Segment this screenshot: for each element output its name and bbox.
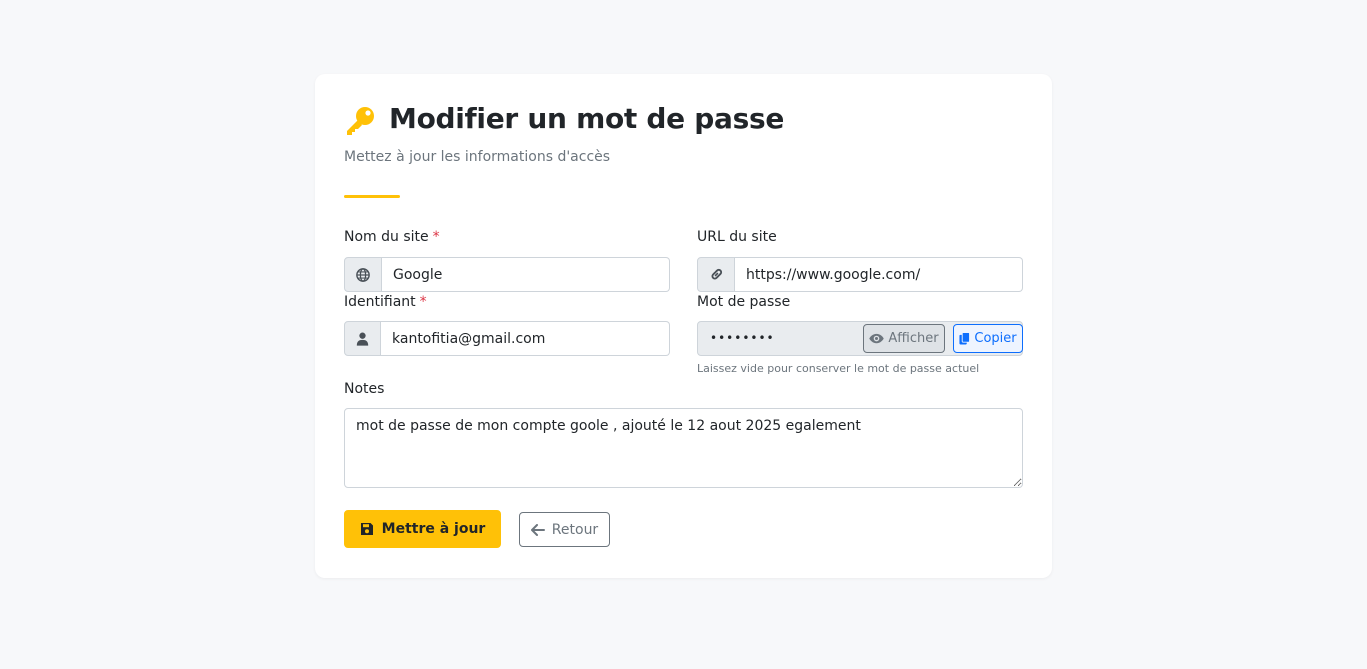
- site-name-group: [344, 257, 670, 292]
- site-name-input[interactable]: [382, 257, 670, 292]
- site-url-input[interactable]: [735, 257, 1023, 292]
- arrow-left-icon: [530, 523, 545, 536]
- edit-password-card: Modifier un mot de passe Mettez à jour l…: [315, 74, 1052, 578]
- password-label: Mot de passe: [697, 294, 791, 310]
- link-icon: [697, 257, 735, 292]
- update-button[interactable]: Mettre à jour: [344, 510, 501, 548]
- site-name-label: Nom du site *: [344, 229, 440, 245]
- required-mark: *: [419, 294, 427, 310]
- required-mark: *: [432, 229, 440, 245]
- username-label: Identifiant *: [344, 294, 427, 310]
- site-url-label: URL du site: [697, 229, 777, 245]
- eye-icon: [869, 333, 885, 344]
- password-group: •••••••• Afficher Copier: [697, 321, 1023, 356]
- show-password-label: Afficher: [888, 331, 939, 346]
- site-url-group: [697, 257, 1023, 292]
- password-input[interactable]: ••••••••: [710, 331, 775, 345]
- page-title: Modifier un mot de passe: [389, 102, 785, 135]
- title-divider: [344, 195, 400, 198]
- username-group: [344, 321, 670, 356]
- page-subtitle: Mettez à jour les informations d'accès: [344, 149, 611, 165]
- save-icon: [360, 523, 373, 535]
- copy-password-label: Copier: [974, 331, 1017, 346]
- globe-icon: [344, 257, 382, 292]
- key-icon: [347, 107, 374, 135]
- back-button-label: Retour: [551, 521, 599, 538]
- username-label-text: Identifiant: [344, 294, 416, 310]
- site-name-label-text: Nom du site: [344, 229, 429, 245]
- notes-textarea[interactable]: mot de passe de mon compte goole , ajout…: [344, 408, 1023, 488]
- user-icon: [344, 321, 381, 356]
- notes-label: Notes: [344, 381, 385, 397]
- back-button[interactable]: Retour: [519, 512, 610, 547]
- show-password-button[interactable]: Afficher: [863, 324, 945, 353]
- copy-icon: [959, 332, 971, 345]
- password-help-text: Laissez vide pour conserver le mot de pa…: [697, 362, 980, 375]
- copy-password-button[interactable]: Copier: [953, 324, 1023, 353]
- update-button-label: Mettre à jour: [381, 521, 486, 537]
- username-input[interactable]: [381, 321, 670, 356]
